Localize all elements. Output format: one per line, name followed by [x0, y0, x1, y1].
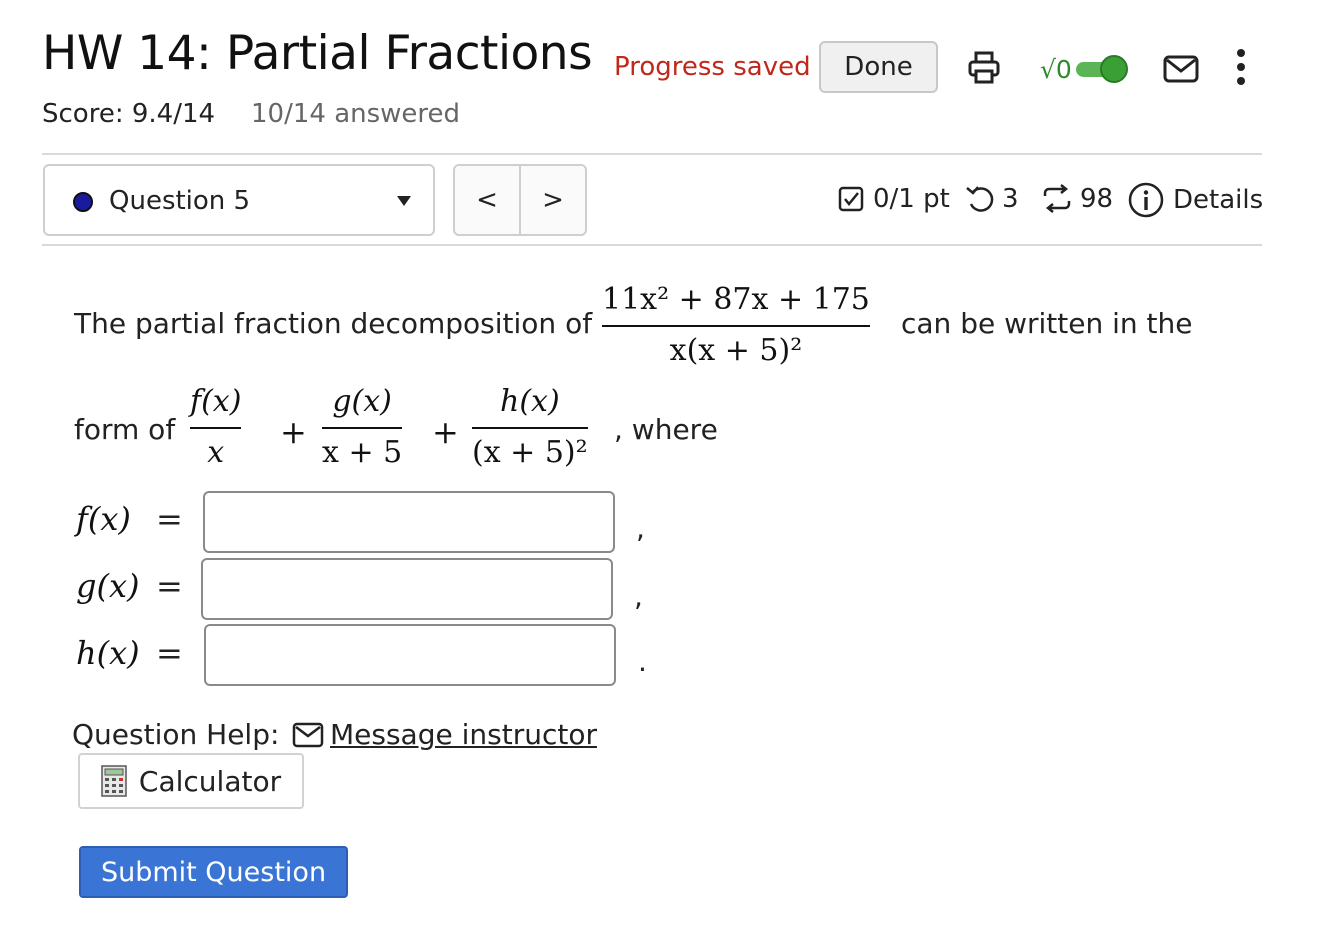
mail-icon[interactable]: [1162, 52, 1200, 86]
points-display: 0/1 pt: [837, 184, 950, 214]
plus-sign: +: [280, 413, 307, 451]
plus-sign: +: [432, 413, 459, 451]
term3-numerator: h(x): [500, 384, 560, 419]
versions-icon: [1043, 184, 1071, 213]
term2-fraction: g(x) x + 5: [322, 384, 403, 470]
done-button[interactable]: Done: [819, 41, 938, 93]
previous-question-button[interactable]: <: [455, 166, 519, 234]
question-select-label: Question 5: [109, 186, 251, 216]
main-fraction: 11x² + 87x + 175 x(x + 5)²: [602, 282, 870, 368]
term3-fraction: h(x) (x + 5)²: [472, 384, 588, 470]
question-pager: < >: [453, 164, 587, 236]
calculator-button[interactable]: Calculator: [78, 753, 304, 809]
period: .: [638, 645, 647, 678]
h-answer-input[interactable]: [204, 624, 616, 686]
sqrt-icon: √0: [1040, 54, 1072, 84]
h-label: h(x): [76, 634, 140, 672]
checkbox-icon: [838, 186, 864, 212]
question-divider: [42, 244, 1262, 246]
calculator-label: Calculator: [138, 764, 282, 798]
fraction-bar: [472, 427, 588, 429]
main-numerator: 11x² + 87x + 175: [602, 282, 870, 317]
attempts-display: 3: [964, 184, 1019, 214]
g-answer-input[interactable]: [201, 558, 613, 620]
retry-icon: [966, 186, 994, 212]
equals-sign: =: [156, 500, 183, 538]
comma: ,: [634, 580, 643, 613]
where-text: , where: [614, 413, 718, 446]
term3-denominator: (x + 5)²: [472, 435, 588, 470]
question-help-label: Question Help:: [72, 718, 280, 751]
term1-denominator: x: [207, 435, 225, 470]
header-divider: [42, 153, 1262, 155]
term2-numerator: g(x): [332, 384, 392, 419]
versions-display: 98: [1040, 184, 1113, 214]
math-entry-toggle[interactable]: √0: [1040, 49, 1128, 89]
form-prefix: form of: [74, 413, 176, 446]
message-instructor-link[interactable]: Message instructor: [292, 718, 597, 751]
problem-intro: The partial fraction decomposition of: [74, 307, 593, 340]
progress-status: Progress saved: [614, 52, 811, 82]
equals-sign: =: [156, 634, 183, 672]
f-answer-input[interactable]: [203, 491, 615, 553]
mail-icon: [292, 722, 324, 747]
term2-denominator: x + 5: [322, 435, 403, 470]
term1-fraction: f(x) x: [190, 384, 242, 470]
points-text: 0/1 pt: [873, 184, 950, 214]
fraction-bar: [602, 325, 870, 327]
main-denominator: x(x + 5)²: [669, 333, 803, 368]
info-icon: [1128, 182, 1164, 218]
more-vertical-icon[interactable]: [1230, 46, 1252, 88]
message-instructor-label: Message instructor: [330, 718, 597, 751]
page-title: HW 14: Partial Fractions: [42, 26, 593, 81]
f-label: f(x): [76, 500, 131, 538]
toggle-switch-icon: [1075, 53, 1128, 85]
question-select[interactable]: Question 5: [43, 164, 435, 236]
versions-text: 98: [1080, 184, 1114, 214]
caret-down-icon: [397, 196, 411, 206]
attempts-text: 3: [1002, 184, 1019, 214]
answered-count: 10/14 answered: [251, 99, 461, 129]
comma: ,: [636, 512, 645, 545]
submit-question-button[interactable]: Submit Question: [79, 846, 348, 898]
fraction-bar: [190, 427, 242, 429]
printer-icon[interactable]: [966, 48, 1002, 88]
calculator-icon: [101, 765, 127, 797]
question-status-dot-icon: [73, 192, 93, 212]
score-text: Score: 9.4/14: [42, 99, 216, 129]
fraction-bar: [322, 427, 403, 429]
equals-sign: =: [156, 567, 183, 605]
details-label: Details: [1173, 185, 1264, 215]
problem-continuation: can be written in the: [901, 307, 1193, 340]
term1-numerator: f(x): [190, 384, 242, 419]
next-question-button[interactable]: >: [519, 166, 585, 234]
details-link[interactable]: Details: [1127, 181, 1263, 219]
g-label: g(x): [76, 567, 140, 605]
